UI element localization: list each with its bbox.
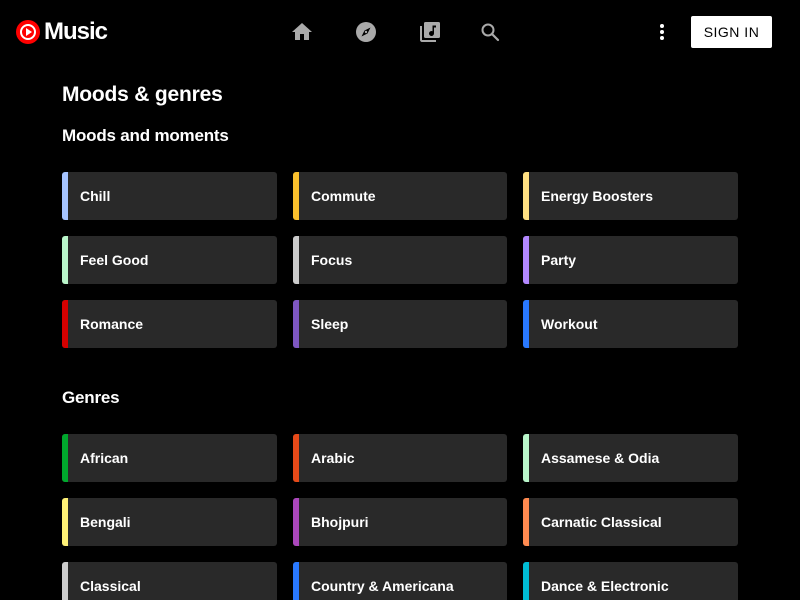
moods-chip[interactable]: Commute <box>293 172 507 220</box>
chip-label: Dance & Electronic <box>541 578 669 594</box>
chip-color-bar <box>523 498 529 546</box>
genres-chip[interactable]: African <box>62 434 277 482</box>
moods-chip[interactable]: Workout <box>523 300 738 348</box>
chip-color-bar <box>62 300 68 348</box>
chip-color-bar <box>523 434 529 482</box>
page-title: Moods & genres <box>62 83 223 106</box>
genres-section-title: Genres <box>62 388 120 407</box>
chip-color-bar <box>293 236 299 284</box>
chip-label: Classical <box>80 578 141 594</box>
chip-label: Bhojpuri <box>311 514 369 530</box>
moods-section-title: Moods and moments <box>62 126 229 145</box>
genres-chip[interactable]: Classical <box>62 562 277 600</box>
moods-chip[interactable]: Sleep <box>293 300 507 348</box>
chip-color-bar <box>62 434 68 482</box>
chip-label: Workout <box>541 316 598 332</box>
chip-color-bar <box>523 172 529 220</box>
genres-grid: African Arabic Assamese & Odia Bengali Bhojp… <box>62 434 738 600</box>
moods-chip[interactable]: Party <box>523 236 738 284</box>
chip-label: Bengali <box>80 514 131 530</box>
moods-chip[interactable]: Romance <box>62 300 277 348</box>
chip-label: Focus <box>311 252 353 268</box>
genres-chip[interactable]: Assamese & Odia <box>523 434 738 482</box>
chip-color-bar <box>293 172 299 220</box>
chip-color-bar <box>293 434 299 482</box>
genres-chip[interactable]: Bhojpuri <box>293 498 507 546</box>
chip-color-bar <box>523 236 529 284</box>
chip-color-bar <box>293 562 299 600</box>
explore-icon[interactable] <box>354 20 378 44</box>
logo[interactable]: Music <box>16 18 108 45</box>
search-icon[interactable] <box>478 20 502 44</box>
chip-label: Commute <box>311 188 376 204</box>
chip-label: Chill <box>80 188 111 204</box>
chip-color-bar <box>62 562 68 600</box>
chip-label: Party <box>541 252 577 268</box>
chip-label: Country & Americana <box>311 578 454 594</box>
library-icon[interactable] <box>418 20 442 44</box>
chip-label: Feel Good <box>80 252 149 268</box>
chip-color-bar <box>62 498 68 546</box>
chip-color-bar <box>62 172 68 220</box>
logo-text: Music <box>44 18 108 45</box>
chip-label: Romance <box>80 316 144 332</box>
home-icon[interactable] <box>290 20 314 44</box>
chip-color-bar <box>62 236 68 284</box>
chip-label: Carnatic Classical <box>541 514 662 530</box>
chip-label: Assamese & Odia <box>541 450 660 466</box>
moods-chip[interactable]: Energy Boosters <box>523 172 738 220</box>
chip-label: African <box>80 450 129 466</box>
youtube-music-logo-icon <box>16 20 40 44</box>
genres-chip[interactable]: Carnatic Classical <box>523 498 738 546</box>
genres-chip[interactable]: Dance & Electronic <box>523 562 738 600</box>
sign-in-button[interactable]: SIGN IN <box>691 16 772 48</box>
top-bar: Music SIGN IN <box>0 0 800 64</box>
genres-chip[interactable]: Bengali <box>62 498 277 546</box>
moods-chip[interactable]: Focus <box>293 236 507 284</box>
genres-chip[interactable]: Arabic <box>293 434 507 482</box>
chip-label: Energy Boosters <box>541 188 654 204</box>
chip-color-bar <box>523 562 529 600</box>
chip-color-bar <box>293 300 299 348</box>
page: Music SIGN IN Moods & genres Moods and m… <box>0 0 800 600</box>
chip-label: Sleep <box>311 316 349 332</box>
genres-chip[interactable]: Country & Americana <box>293 562 507 600</box>
chip-label: Arabic <box>311 450 355 466</box>
more-options-icon[interactable] <box>650 20 674 44</box>
moods-chip[interactable]: Feel Good <box>62 236 277 284</box>
moods-grid: Chill Commute Energy Boosters Feel Good Focu… <box>62 172 738 348</box>
chip-color-bar <box>293 498 299 546</box>
chip-color-bar <box>523 300 529 348</box>
moods-chip[interactable]: Chill <box>62 172 277 220</box>
